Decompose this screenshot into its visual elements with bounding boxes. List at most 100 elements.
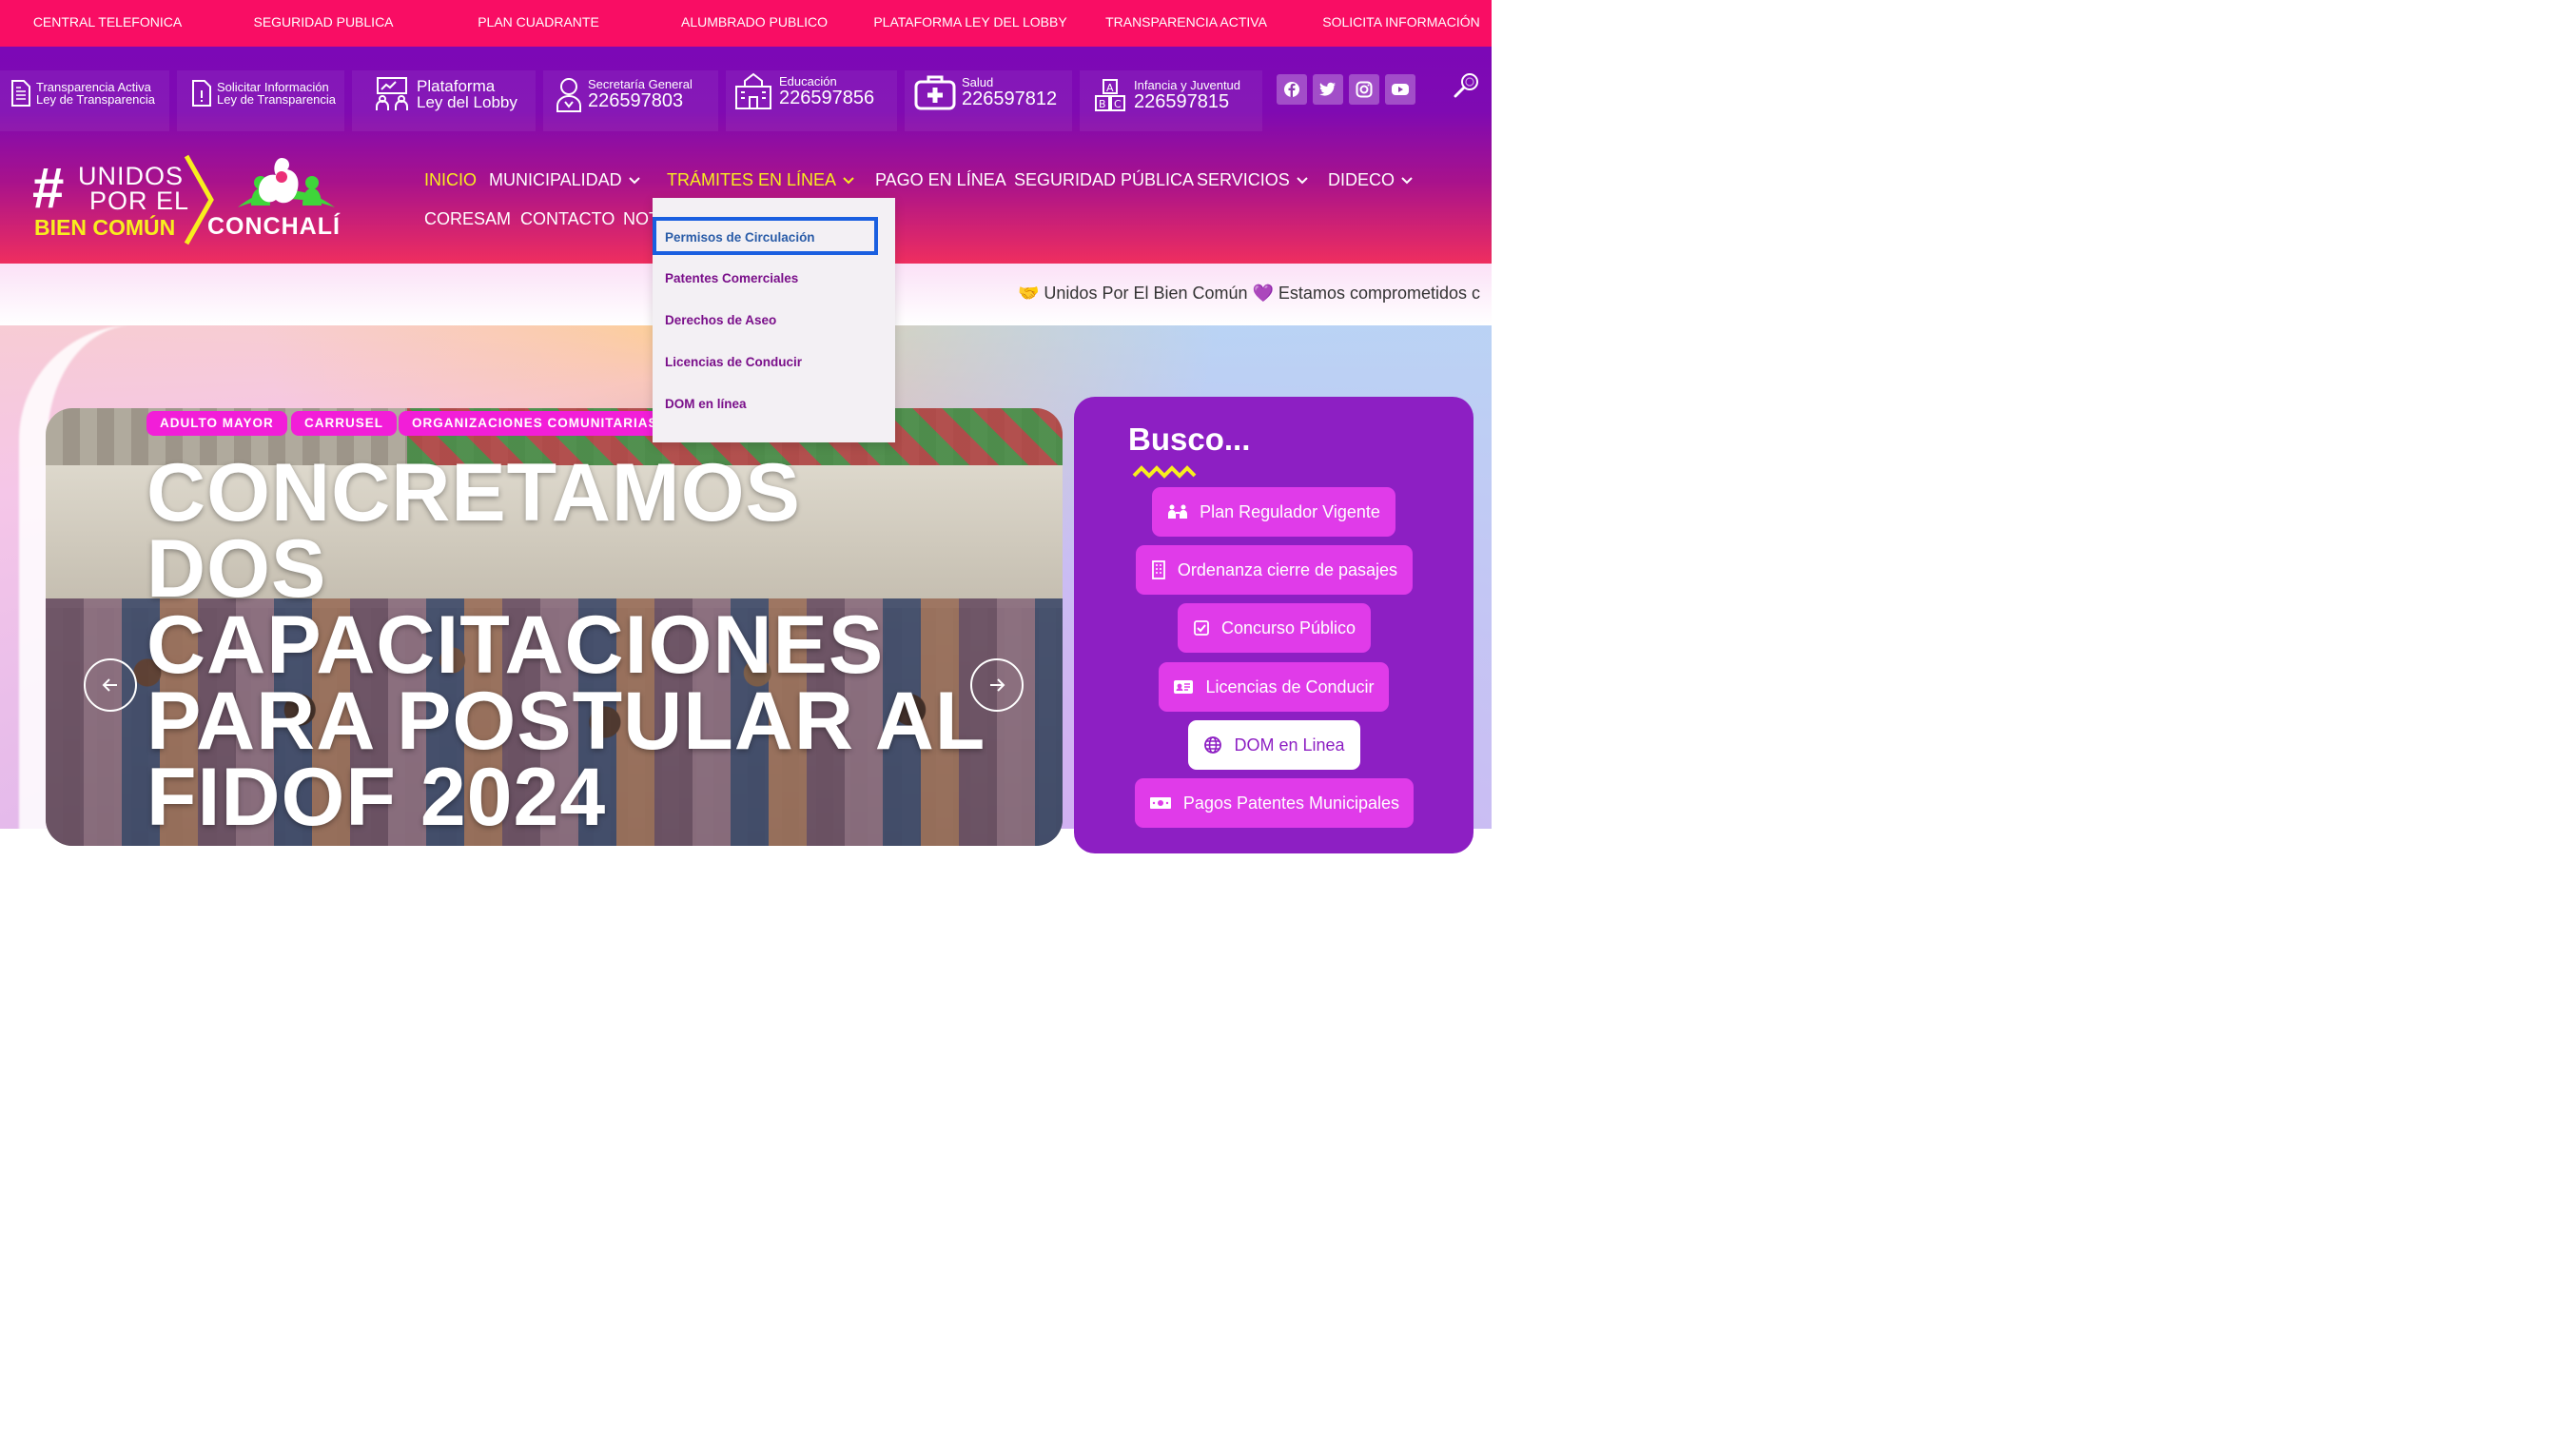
busco-btn-label: DOM en Linea [1234, 735, 1345, 755]
facebook-button[interactable] [1277, 74, 1307, 105]
zigzag-decoration-icon [1132, 465, 1197, 479]
checkbox-icon [1194, 620, 1209, 636]
arrow-right-icon [990, 678, 1005, 692]
tramites-dropdown-menu: Permisos de Circulación Patentes Comerci… [653, 198, 895, 442]
quick-solicitar-informacion[interactable]: Solicitar Información Ley de Transparenc… [190, 80, 336, 107]
dropdown-item-derechos-aseo[interactable]: Derechos de Aseo [665, 313, 776, 327]
quick-secretaria-phone: 226597803 [588, 89, 684, 111]
building-icon [1152, 560, 1165, 579]
busco-title: Busco... [1128, 421, 1251, 457]
top-link-plan-cuadrante[interactable]: PLAN CUADRANTE [478, 14, 599, 29]
instagram-button[interactable] [1349, 74, 1379, 105]
quick-infancia-phone: 226597815 [1134, 90, 1230, 112]
nav-servicios-label: SERVICIOS [1197, 170, 1290, 189]
logo-hash: # [32, 156, 65, 220]
quick-lobby-line2: Ley del Lobby [417, 93, 517, 111]
twitter-button[interactable] [1313, 74, 1343, 105]
svg-text:B: B [1099, 98, 1106, 110]
quick-educacion[interactable]: Educación 226597856 [733, 72, 874, 110]
logo-line3: BIEN COMÚN [34, 215, 176, 240]
svg-text:C: C [1114, 98, 1122, 110]
busco-licencias-conducir[interactable]: Licencias de Conducir [1159, 662, 1389, 712]
tag-organizaciones-comunitarias[interactable]: ORGANIZACIONES COMUNITARIAS [399, 411, 672, 436]
nav-tramites-label: TRÁMITES EN LÍNEA [667, 170, 837, 189]
site-logo[interactable]: # UNIDOS POR EL BIEN COMÚN CONCHALÍ [32, 152, 340, 247]
busco-btn-label: Pagos Patentes Municipales [1182, 793, 1400, 813]
globe-icon [1204, 736, 1222, 754]
people-icon [1168, 504, 1188, 519]
search-button[interactable] [1454, 72, 1480, 103]
school-icon [735, 72, 771, 109]
top-link-transparencia-activa[interactable]: TRANSPARENCIA ACTIVA [1105, 14, 1267, 29]
chevron-down-icon [843, 176, 854, 184]
busco-btn-label: Concurso Público [1220, 617, 1356, 637]
money-bill-icon [1149, 797, 1171, 809]
nav-servicios[interactable]: SERVICIOS [1197, 170, 1309, 190]
quick-secretaria-general[interactable]: Secretaría General 226597803 [555, 76, 693, 112]
youtube-icon [1392, 84, 1409, 95]
tag-adulto-mayor[interactable]: ADULTO MAYOR [146, 411, 287, 436]
nav-contacto[interactable]: CONTACTO [520, 209, 615, 229]
busco-dom-en-linea[interactable]: DOM en Linea [1188, 720, 1360, 770]
slide-headline[interactable]: CONCRETAMOS DOS CAPACITACIONES PARA POST… [146, 452, 1003, 838]
dropdown-item-patentes-comerciales[interactable]: Patentes Comerciales [665, 271, 798, 285]
slider-next-button[interactable] [970, 658, 1024, 712]
quick-lobby-line1: Plataforma [417, 77, 496, 95]
quick-educacion-phone: 226597856 [779, 87, 875, 108]
marquee-text: 🤝 Unidos Por El Bien Común 💜 Estamos com… [1018, 284, 1480, 303]
top-link-strip: CENTRAL TELEFONICA SEGURIDAD PUBLICA PLA… [0, 0, 1492, 47]
quick-plataforma-lobby[interactable]: Plataforma Ley del Lobby [373, 76, 517, 112]
nav-municipalidad[interactable]: MUNICIPALIDAD [489, 170, 641, 190]
arrow-left-icon [102, 678, 117, 692]
chevron-down-icon [1401, 176, 1413, 184]
quick-infancia-juventud[interactable]: ABC Infancia y Juventud 226597815 [1094, 78, 1240, 112]
nav-municipalidad-label: MUNICIPALIDAD [489, 170, 622, 189]
logo-line2: POR EL [89, 186, 190, 215]
logo-city: CONCHALÍ [207, 213, 341, 240]
busco-btn-label: Plan Regulador Vigente [1200, 501, 1380, 521]
quick-educacion-label: Educación [779, 73, 837, 88]
top-link-seguridad-publica[interactable]: SEGURIDAD PUBLICA [253, 14, 393, 29]
top-link-plataforma-lobby[interactable]: PLATAFORMA LEY DEL LOBBY [873, 14, 1066, 29]
nav-coresam[interactable]: CORESAM [424, 209, 511, 229]
chevron-down-icon [628, 176, 640, 184]
quick-transparencia-activa[interactable]: Transparencia Activa Ley de Transparenci… [10, 80, 155, 107]
youtube-button[interactable] [1385, 74, 1415, 105]
top-link-central-telefonica[interactable]: CENTRAL TELEFONICA [33, 14, 182, 29]
meeting-icon [376, 77, 408, 110]
nav-dideco[interactable]: DIDECO [1328, 170, 1414, 190]
document-icon [11, 80, 30, 107]
nav-tramites-en-linea[interactable]: TRÁMITES EN LÍNEA [667, 170, 855, 190]
document-alert-icon [192, 80, 211, 107]
search-icon [1454, 73, 1478, 98]
quick-transparencia-line2: Ley de Transparencia [36, 92, 156, 107]
instagram-icon [1356, 81, 1373, 98]
abc-blocks-icon: AB C [1095, 79, 1125, 111]
nav-inicio[interactable]: INICIO [424, 170, 477, 190]
dropdown-item-label: Permisos de Circulación [665, 230, 815, 245]
first-aid-icon [914, 75, 956, 110]
dropdown-item-licencias-conducir[interactable]: Licencias de Conducir [665, 355, 802, 369]
nav-seguridad-publica[interactable]: SEGURIDAD PÚBLICA [1014, 170, 1194, 190]
dropdown-item-dom-en-linea[interactable]: DOM en línea [665, 397, 747, 411]
chevron-down-icon [1296, 176, 1308, 184]
busco-btn-label: Licencias de Conducir [1205, 676, 1375, 696]
nav-dideco-label: DIDECO [1328, 170, 1395, 189]
busco-concurso-publico[interactable]: Concurso Público [1178, 603, 1371, 653]
top-link-solicita-informacion[interactable]: SOLICITA INFORMACIÓN [1322, 14, 1479, 29]
tag-carrusel[interactable]: CARRUSEL [291, 411, 398, 436]
busco-ordenanza-pasajes[interactable]: Ordenanza cierre de pasajes [1136, 545, 1413, 595]
quick-infancia-label: Infancia y Juventud [1134, 77, 1241, 92]
svg-text:A: A [1106, 82, 1114, 94]
quick-salud-label: Salud [962, 74, 994, 89]
busco-plan-regulador[interactable]: Plan Regulador Vigente [1152, 487, 1395, 537]
top-link-alumbrado-publico[interactable]: ALUMBRADO PUBLICO [681, 14, 828, 29]
nav-pago-en-linea[interactable]: PAGO EN LÍNEA [875, 170, 1006, 190]
slider-prev-button[interactable] [84, 658, 137, 712]
logo-line1: UNIDOS [78, 162, 185, 190]
quick-salud[interactable]: Salud 226597812 [914, 74, 1057, 110]
busco-pagos-patentes[interactable]: Pagos Patentes Municipales [1135, 778, 1414, 828]
dropdown-item-permisos-circulacion[interactable]: Permisos de Circulación [653, 217, 878, 255]
quick-salud-phone: 226597812 [962, 88, 1058, 109]
quick-secretaria-label: Secretaría General [588, 76, 693, 91]
